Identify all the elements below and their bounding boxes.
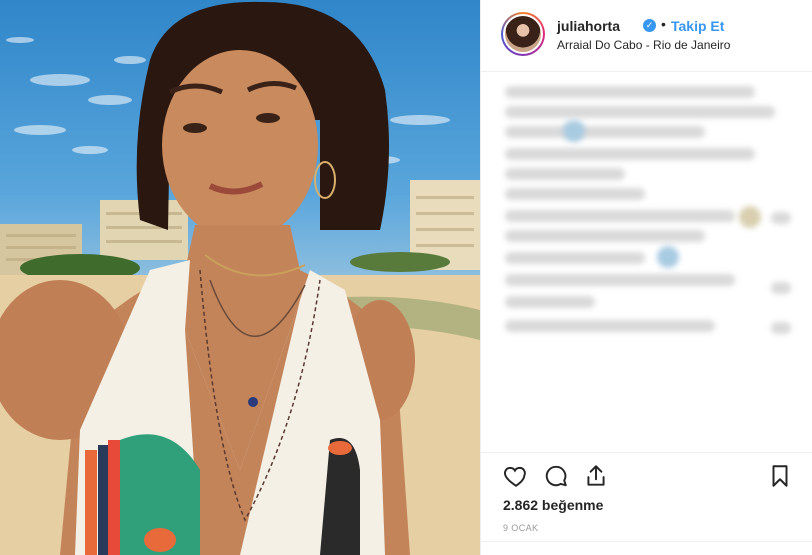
blurred-comment-line [505, 320, 715, 332]
verified-badge-icon: ✓ [643, 19, 656, 32]
avatar-image [503, 14, 543, 54]
blurred-comment-line [505, 252, 645, 264]
blurred-comment-line [505, 86, 755, 98]
blurred-comment-line [505, 274, 735, 286]
separator-dot: • [661, 16, 666, 32]
blurred-comment-line [505, 148, 755, 160]
likes-count[interactable]: 2.862 beğenme [503, 497, 603, 513]
username-link[interactable]: juliahorta [557, 18, 620, 34]
blurred-emoji [739, 206, 761, 228]
beach-selfie-image [0, 1, 480, 555]
blurred-comment-line [505, 296, 595, 308]
blurred-comment-line [505, 210, 735, 222]
blurred-like-icon [771, 212, 791, 224]
blurred-emoji [657, 246, 679, 268]
avatar[interactable] [501, 12, 545, 56]
blurred-like-icon [771, 322, 791, 334]
location-link[interactable]: Arraial Do Cabo - Rio de Janeiro [557, 38, 730, 52]
blurred-like-icon [771, 282, 791, 294]
post-details-panel: juliahorta ✓ • Takip Et Arraial Do Cabo … [480, 0, 812, 555]
post-photo[interactable] [0, 0, 480, 555]
blurred-comment-line [505, 168, 625, 180]
blurred-emoji [563, 120, 585, 142]
post-header: juliahorta ✓ • Takip Et Arraial Do Cabo … [481, 0, 812, 72]
divider [481, 541, 812, 542]
blurred-comment-line [505, 106, 775, 118]
bookmark-icon[interactable] [767, 463, 793, 489]
comments-section-blurred [481, 72, 812, 452]
blurred-comment-line [505, 126, 705, 138]
comment-icon[interactable] [543, 463, 569, 489]
follow-button[interactable]: Takip Et [671, 18, 724, 34]
heart-icon[interactable] [503, 463, 529, 489]
blurred-comment-line [505, 188, 645, 200]
share-icon[interactable] [583, 463, 609, 489]
post-date[interactable]: 9 OCAK [503, 523, 538, 533]
blurred-comment-line [505, 230, 705, 242]
instagram-post: juliahorta ✓ • Takip Et Arraial Do Cabo … [0, 0, 812, 555]
post-actions: 2.862 beğenme 9 OCAK [481, 452, 812, 555]
